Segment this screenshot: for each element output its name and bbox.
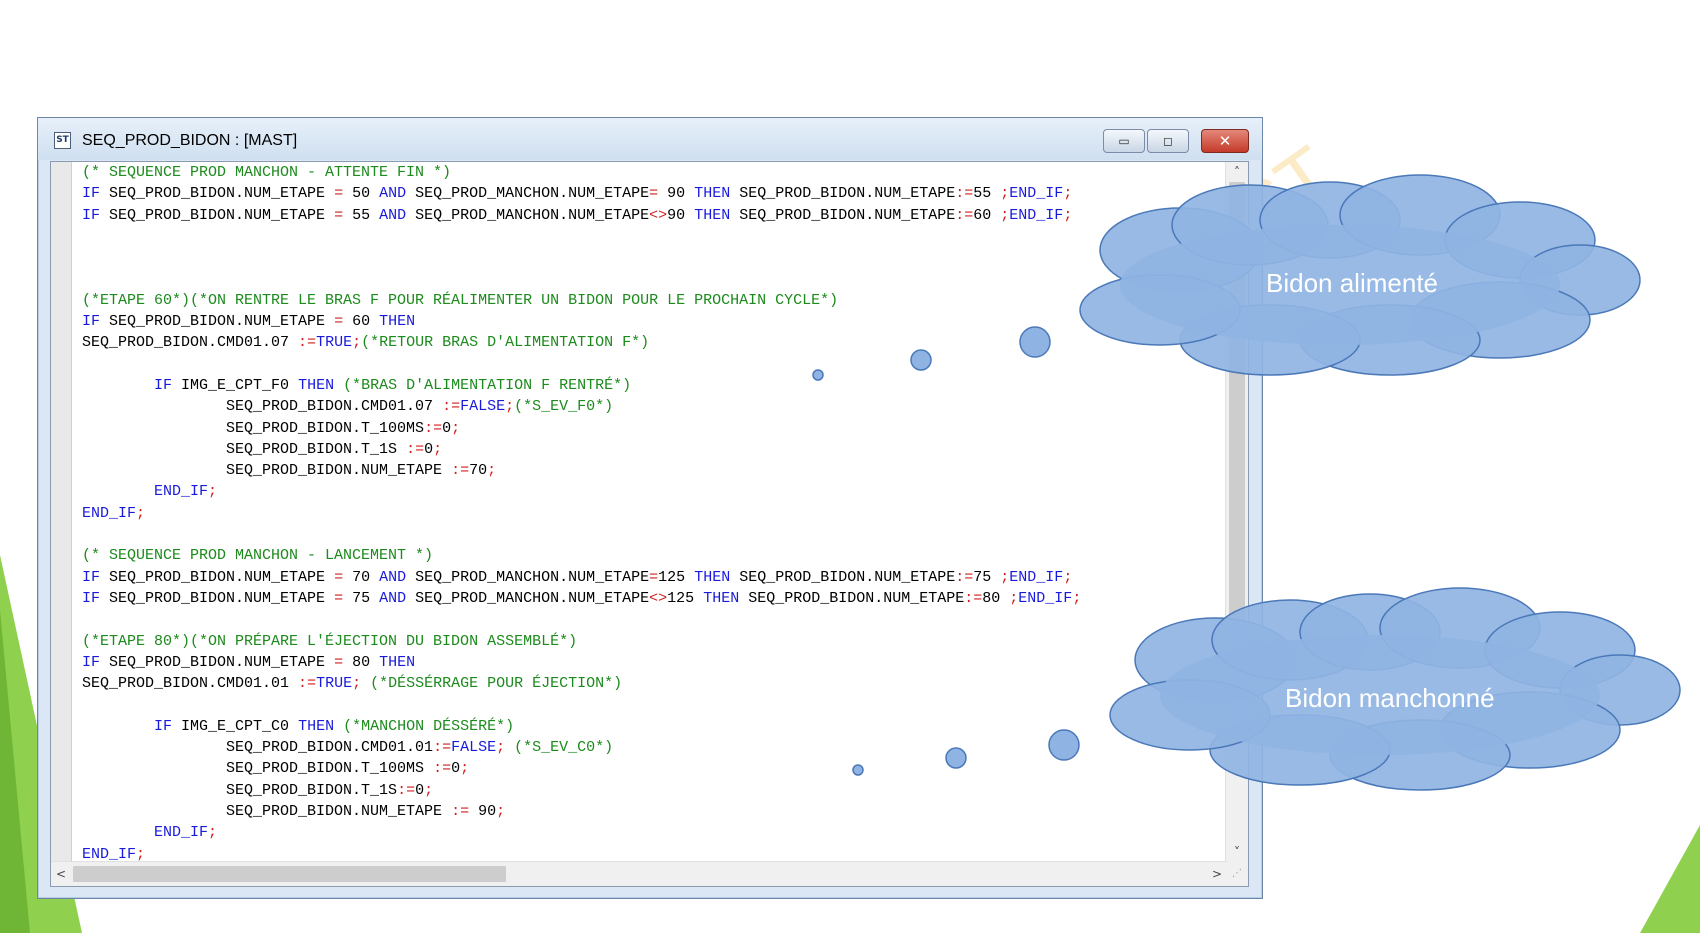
callout-cloud-top <box>812 174 1681 791</box>
callout-text-bidon-alimente: Bidon alimenté <box>1266 268 1438 298</box>
callout-text-bidon-manchonne: Bidon manchonné <box>1285 683 1495 713</box>
